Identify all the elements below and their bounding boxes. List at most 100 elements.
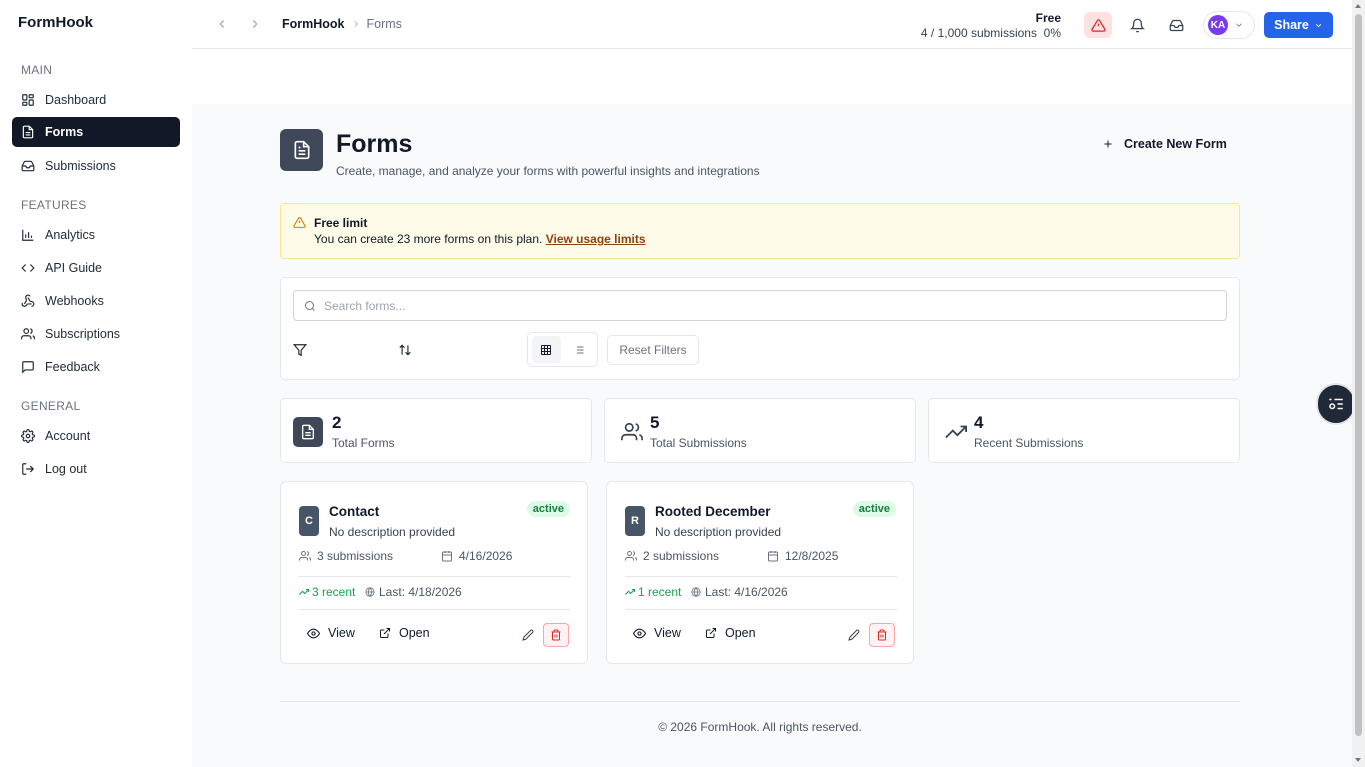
created-date-text: 12/8/2025 (785, 549, 839, 563)
form-description: No description provided (655, 525, 782, 539)
sidebar-item-feedback[interactable]: Feedback (12, 352, 180, 382)
free-limit-alert: Free limit You can create 23 more forms … (280, 203, 1240, 259)
form-description: No description provided (329, 525, 456, 539)
breadcrumb-root[interactable]: FormHook (282, 17, 345, 31)
delete-button[interactable] (869, 623, 895, 647)
sidebar-item-dashboard[interactable]: Dashboard (12, 85, 180, 115)
search-icon (305, 300, 315, 311)
sidebar-item-label: Feedback (45, 360, 100, 374)
globe-icon (365, 587, 375, 597)
sidebar-item-submissions[interactable]: Submissions (12, 151, 180, 181)
sidebar-item-account[interactable]: Account (12, 421, 180, 451)
warning-button[interactable] (1084, 12, 1112, 38)
inbox-button[interactable] (1162, 12, 1190, 38)
sidebar-item-label: Webhooks (45, 294, 104, 308)
delete-button[interactable] (543, 623, 569, 647)
sidebar-item-subscriptions[interactable]: Subscriptions (12, 319, 180, 349)
submission-count-text: 2 submissions (643, 549, 720, 563)
chevron-right-icon (353, 21, 358, 27)
list-view-button[interactable] (565, 336, 594, 363)
notifications-button[interactable] (1123, 12, 1151, 38)
topbar: FormHook Forms Free 4 / 1,000 submission… (192, 0, 1352, 49)
file-text-icon (302, 424, 314, 440)
footer-divider (280, 701, 1240, 702)
alert-triangle-icon (293, 217, 306, 228)
create-new-form-button[interactable]: Create New Form (1096, 133, 1227, 155)
view-button[interactable]: View (633, 626, 681, 640)
app-logo[interactable]: FormHook (18, 14, 93, 31)
user-menu[interactable]: KA (1203, 11, 1255, 39)
chevron-down-icon (1236, 23, 1242, 27)
stat-value: 2 (332, 413, 342, 432)
floating-accessibility-button[interactable] (1316, 383, 1356, 425)
search-input[interactable] (324, 298, 1204, 313)
bar-chart-icon (22, 229, 34, 241)
recent-count: 1 recent (625, 585, 681, 599)
filter-icon[interactable] (293, 343, 307, 357)
stat-label: Total Submissions (650, 436, 747, 450)
created-date: 4/16/2026 (441, 549, 512, 563)
sidebar-item-label: API Guide (45, 261, 102, 275)
search-box (293, 290, 1227, 321)
sidebar-item-forms[interactable]: Forms (12, 117, 180, 147)
eye-icon (307, 628, 320, 638)
back-arrow-icon[interactable] (215, 17, 229, 31)
list-settings-icon (1329, 398, 1343, 410)
share-label: Share (1274, 18, 1309, 32)
scrollbar[interactable] (1352, 0, 1365, 767)
alert-triangle-icon (1090, 18, 1106, 32)
stat-icon-box (941, 417, 971, 447)
webhook-icon (21, 294, 35, 307)
trash-icon (551, 629, 561, 641)
edit-button[interactable] (845, 626, 863, 644)
page-title: Forms (336, 130, 413, 158)
open-label: Open (725, 626, 756, 640)
sidebar-item-label: Account (45, 429, 91, 443)
sidebar-item-label: Submissions (45, 159, 116, 173)
page-subtitle: Create, manage, and analyze your forms w… (336, 164, 760, 178)
share-button[interactable]: Share (1264, 12, 1333, 38)
scroll-up-arrow[interactable] (1355, 4, 1361, 8)
forward-arrow-icon[interactable] (248, 17, 262, 31)
view-usage-limits-link[interactable]: View usage limits (546, 232, 646, 246)
reset-filters-button[interactable]: Reset Filters (607, 335, 699, 365)
breadcrumb-page: Forms (366, 17, 402, 31)
form-card[interactable]: C Contact No description provided active… (280, 481, 588, 664)
submission-count-text: 3 submissions (317, 549, 394, 563)
users-icon (21, 328, 35, 340)
inbox-icon (21, 160, 35, 172)
filters-panel: Reset Filters (280, 277, 1240, 380)
users-icon (625, 551, 637, 561)
users-icon (621, 422, 643, 441)
form-card[interactable]: R Rooted December No description provide… (606, 481, 914, 664)
sidebar-item-analytics[interactable]: Analytics (12, 220, 180, 250)
form-name: Rooted December (655, 504, 771, 519)
view-toggle (527, 332, 598, 367)
log-out-icon (22, 463, 35, 475)
sidebar-item-webhooks[interactable]: Webhooks (12, 286, 180, 316)
scrollbar-thumb[interactable] (1355, 14, 1362, 736)
sort-icon[interactable] (398, 343, 412, 357)
plan-usage-count: 4 / 1,000 submissions (920, 26, 1037, 40)
sidebar-item-api-guide[interactable]: API Guide (12, 253, 180, 283)
sidebar: FormHook MAIN Dashboard Forms Submission… (0, 0, 192, 767)
trending-up-icon (945, 425, 967, 439)
grid-view-button[interactable] (532, 336, 561, 363)
dashboard-icon (22, 94, 34, 106)
section-title-features: FEATURES (21, 198, 87, 212)
last-submission-text: Last: 4/18/2026 (379, 585, 462, 599)
edit-button[interactable] (519, 626, 537, 644)
sidebar-item-label: Log out (45, 462, 87, 476)
gear-icon (21, 429, 35, 443)
stat-recent-submissions: 4 Recent Submissions (928, 398, 1240, 463)
alert-message-row: You can create 23 more forms on this pla… (314, 232, 646, 246)
scroll-down-arrow[interactable] (1355, 758, 1361, 762)
view-button[interactable]: View (307, 626, 355, 640)
open-button[interactable]: Open (705, 626, 756, 640)
open-button[interactable]: Open (379, 626, 430, 640)
stat-value: 5 (650, 413, 660, 432)
plan-name: Free (1035, 11, 1061, 25)
sidebar-item-logout[interactable]: Log out (12, 454, 180, 484)
sidebar-item-label: Analytics (45, 228, 96, 242)
form-name: Contact (329, 504, 380, 519)
